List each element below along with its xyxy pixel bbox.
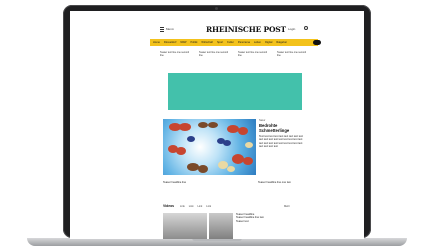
section-link[interactable]: Link (180, 205, 185, 208)
menu-label[interactable]: Menü (166, 27, 174, 31)
hero-image-butterflies[interactable] (163, 119, 256, 175)
teaser-image[interactable] (163, 213, 207, 239)
section-link[interactable]: Link (189, 205, 194, 208)
hero-body-text: Text text text text text text text text … (259, 135, 303, 148)
search-icon[interactable] (304, 26, 308, 30)
main-navigation: Home Düsseldorf NRW Politik Wirtschaft S… (150, 39, 318, 46)
nav-item[interactable]: Ratgeber (276, 41, 287, 44)
bottom-teaser-text[interactable]: Teaser headline Teaser headline line two… (236, 213, 306, 223)
row-teasers: Teaser headline line Teaser headline lin… (163, 181, 313, 184)
hero-headline[interactable]: Bedrohte Schmetterlinge (259, 123, 307, 133)
camera-dot (215, 7, 218, 10)
ad-banner[interactable] (168, 73, 302, 110)
nav-item[interactable]: Digital (265, 41, 272, 44)
teaser[interactable]: Teaser text line one second line (277, 51, 310, 57)
teaser[interactable]: Teaser headline line (163, 181, 218, 184)
nav-item[interactable]: Politik (190, 41, 197, 44)
nav-item[interactable]: Panorama (238, 41, 250, 44)
section-more-link[interactable]: Mehr (284, 205, 290, 208)
teaser[interactable]: Teaser headline line one two (258, 181, 313, 184)
section-link[interactable]: Link (206, 205, 211, 208)
teaser[interactable]: Teaser text line one second line (199, 51, 232, 57)
menu-icon[interactable] (160, 27, 164, 32)
section-title: Videos (163, 204, 175, 208)
nav-item[interactable]: Sport (217, 41, 223, 44)
hero-kicker: Natur (259, 119, 266, 122)
login-link[interactable]: Login (288, 27, 295, 31)
section-link[interactable]: Link (198, 205, 203, 208)
teaser-image[interactable] (209, 213, 233, 239)
nav-item[interactable]: Düsseldorf (164, 41, 176, 44)
teaser[interactable]: Teaser text line one second line (160, 51, 193, 57)
site-header: Menü RHEINISCHE POST Login (70, 23, 364, 37)
nav-item[interactable]: Wirtschaft (201, 41, 213, 44)
browser-screen: Menü RHEINISCHE POST Login Home Düsseldo… (70, 11, 364, 239)
top-teasers: Teaser text line one second line Teaser … (160, 51, 310, 57)
nav-pill-button[interactable] (313, 40, 321, 45)
nav-item[interactable]: Leben (254, 41, 261, 44)
hero-article[interactable]: Natur Bedrohte Schmetterlinge Text text … (259, 119, 307, 148)
nav-item[interactable]: NRW (180, 41, 186, 44)
nav-item[interactable]: Kultur (227, 41, 234, 44)
section-links: Link Link Link Link (180, 205, 211, 208)
nav-item[interactable]: Home (153, 41, 160, 44)
site-logo[interactable]: RHEINISCHE POST (206, 25, 286, 34)
teaser[interactable]: Teaser text line one second line (238, 51, 271, 57)
